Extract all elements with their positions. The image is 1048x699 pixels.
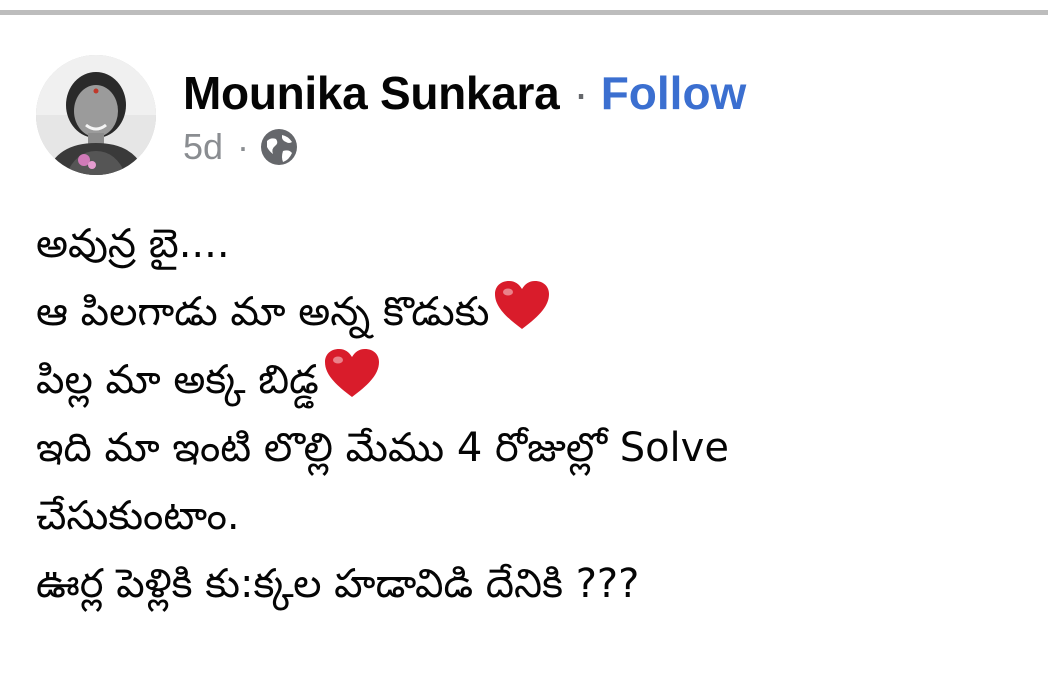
post-line-text: పిల్ల మా అక్క బిడ్డ (36, 357, 319, 403)
red-heart-icon (495, 281, 550, 329)
top-divider (0, 10, 1048, 15)
author-name[interactable]: Mounika Sunkara (183, 67, 560, 119)
author-avatar[interactable] (36, 55, 156, 175)
post-line-4: ఇది మా ఇంటి లొల్లి మేము 4 రోజుల్లో Solve (36, 414, 1036, 482)
post-timestamp[interactable]: 5d (183, 126, 223, 168)
post-header: Mounika Sunkara · Follow 5d · (36, 55, 1036, 180)
author-line: Mounika Sunkara · Follow (183, 65, 746, 121)
post-meta: 5d · (183, 126, 299, 168)
follow-button[interactable]: Follow (601, 67, 747, 119)
post-text: అవున్ర బై.... ఆ పిలగాడు మా అన్న కొడుకు ప… (36, 210, 1036, 618)
name-separator: · (573, 67, 589, 119)
post-line-text: ఇది మా ఇంటి లొల్లి మేము 4 రోజుల్లో Solve (36, 425, 729, 471)
post-line-6: ఊర్ల పెళ్లికి కు:క్కల హడావిడి దేనికి ??? (36, 550, 1036, 618)
post-line-text: అవున్ర బై.... (36, 221, 230, 267)
globe-icon[interactable] (259, 127, 299, 167)
post-line-text: చేసుకుంటాం. (36, 493, 240, 539)
post-line-2: ఆ పిలగాడు మా అన్న కొడుకు (36, 278, 1036, 346)
post-line-1: అవున్ర బై.... (36, 210, 1036, 278)
post-line-text: ఆ పిలగాడు మా అన్న కొడుకు (36, 289, 490, 335)
meta-separator: · (237, 126, 250, 167)
post-line-text: ఊర్ల పెళ్లికి కు:క్కల హడావిడి దేనికి ??? (36, 561, 640, 607)
avatar-photo (36, 55, 156, 175)
post-line-3: పిల్ల మా అక్క బిడ్డ (36, 346, 1036, 414)
post-line-5: చేసుకుంటాం. (36, 482, 1036, 550)
red-heart-icon (324, 349, 379, 397)
